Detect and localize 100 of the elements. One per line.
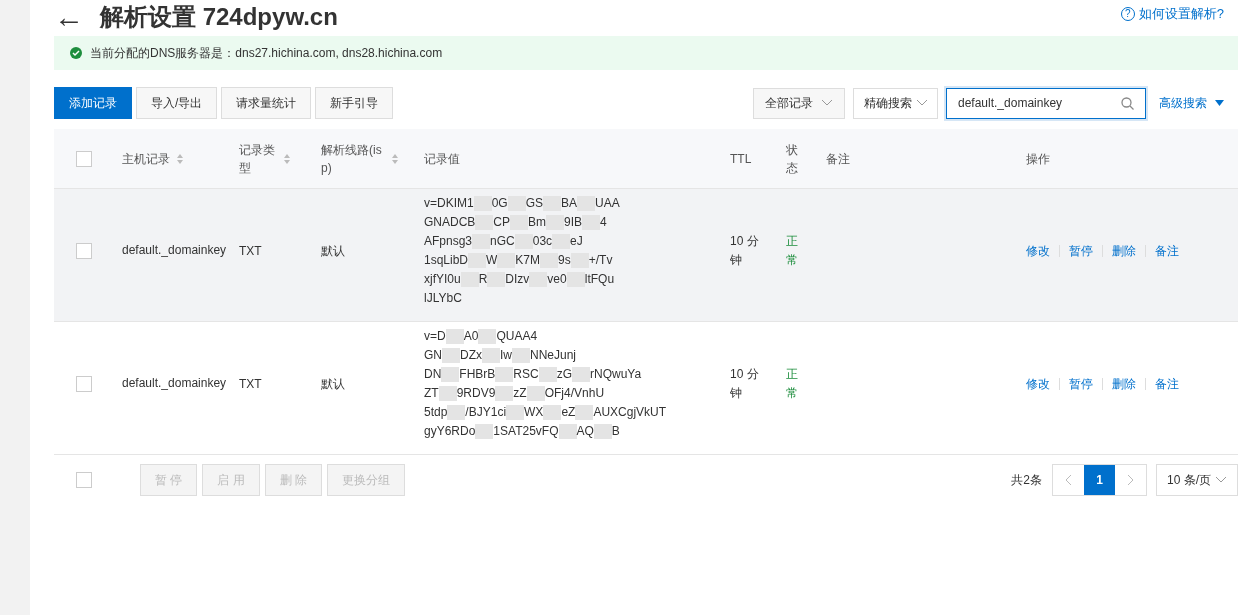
value-fragment: 0G	[491, 194, 508, 212]
action-link[interactable]: 修改	[1026, 241, 1050, 260]
value-fragment: K7M	[515, 251, 541, 269]
value-fragment: CP	[493, 213, 510, 231]
value-fragment: 5tdp	[424, 403, 448, 421]
search-field[interactable]: default._domainkey	[946, 87, 1146, 119]
check-circle-icon	[70, 47, 82, 59]
value-fragment: zZ	[513, 384, 527, 402]
chevron-right-icon	[1127, 474, 1134, 486]
value-fragment: v=D	[424, 327, 446, 345]
value-fragment: 9RDV9	[456, 384, 496, 402]
value-fragment: GN	[424, 346, 442, 364]
action-link[interactable]: 删除	[1112, 241, 1136, 260]
help-link[interactable]: 如何设置解析?	[1138, 4, 1224, 24]
toolbar-button[interactable]: 添加记录	[54, 87, 132, 119]
value-fragment: OFj4/VnhU	[544, 384, 605, 402]
checkbox[interactable]	[76, 375, 92, 392]
redaction-block	[478, 328, 497, 344]
value-fragment: eZ	[561, 403, 576, 421]
value-fragment: 03c	[532, 232, 553, 250]
notice-text: 当前分配的DNS服务器是：dns27.hichina.com, dns28.hichina.com	[90, 45, 443, 62]
redaction-block	[526, 385, 545, 401]
checkbox[interactable]	[76, 242, 92, 259]
action-link[interactable]: 修改	[1026, 374, 1050, 393]
action-link[interactable]: 暂停	[1069, 374, 1093, 393]
value-fragment: ZT	[424, 384, 439, 402]
checkbox[interactable]	[76, 150, 92, 167]
value-fragment: Bm	[528, 213, 546, 231]
value-fragment: QUAA4	[496, 327, 538, 345]
column-header: 解析线路(isp)	[321, 141, 383, 177]
toolbar-button[interactable]: 请求量统计	[221, 87, 312, 119]
value-fragment: BA	[561, 194, 578, 212]
redaction-block	[506, 404, 525, 420]
action-link[interactable]: 备注	[1155, 241, 1179, 260]
value-fragment: nGC	[490, 232, 515, 250]
table-cell-text: default._domainkey	[122, 242, 228, 259]
total-count: 共2条	[1011, 472, 1042, 489]
toolbar-button[interactable]: 导入/导出	[136, 87, 218, 119]
toolbar-button[interactable]: 新手引导	[315, 87, 394, 119]
column-header: 备注	[826, 150, 850, 168]
redaction-block	[438, 385, 457, 401]
column-header: 操作	[1026, 150, 1050, 168]
action-link[interactable]: 删除	[1112, 374, 1136, 393]
value-fragment: eJ	[570, 232, 583, 250]
value-fragment: R	[478, 270, 488, 288]
value-fragment: zG	[556, 365, 573, 383]
match-dropdown[interactable]: 精确搜索	[853, 87, 938, 119]
column-header: 主机记录	[122, 150, 170, 168]
status-text: 正常	[786, 365, 799, 402]
page-size-dropdown[interactable]: 10 条/页	[1156, 464, 1238, 496]
redaction-block	[482, 347, 500, 363]
table-cell-text: TXT	[239, 242, 263, 260]
redaction-block	[543, 404, 562, 420]
column-header: 记录值	[424, 150, 460, 168]
redaction-block	[495, 385, 514, 401]
value-fragment: FHBrB	[459, 365, 496, 383]
value-fragment: DZx	[460, 346, 482, 364]
page-button[interactable]: 1	[1084, 465, 1115, 495]
filter-dropdown[interactable]: 全部记录	[753, 87, 845, 119]
value-fragment: 4	[600, 213, 607, 231]
column-header: 记录类型	[239, 141, 276, 177]
value-fragment: /BJY1ci	[465, 403, 507, 421]
value-fragment: W	[486, 251, 498, 269]
value-fragment: B	[611, 422, 620, 440]
table-cell-text: 默认	[321, 375, 346, 393]
chevron-down-icon	[1215, 476, 1227, 484]
page-title: 解析设置 724dpyw.cn	[100, 5, 338, 29]
value-fragment: 9IB	[564, 213, 583, 231]
redaction-block	[538, 366, 557, 382]
table-cell-text: 10 分钟	[730, 232, 760, 269]
action-link[interactable]: 备注	[1155, 374, 1179, 393]
redaction-block	[475, 423, 494, 439]
value-fragment: 9s	[558, 251, 571, 269]
caret-icon	[1215, 100, 1224, 106]
value-fragment: 1SAT25vFQ	[493, 422, 559, 440]
value-fragment: lJLYbC	[424, 289, 462, 307]
back-arrow-icon[interactable]: ←	[54, 2, 84, 32]
table-cell-text: 10 分钟	[730, 365, 760, 402]
advanced-search-link[interactable]: 高级搜索	[1159, 94, 1224, 112]
value-fragment: AQ	[576, 422, 594, 440]
redaction-block	[495, 366, 514, 382]
value-fragment: AUXCgjVkUT	[593, 403, 667, 421]
value-fragment: DN	[424, 365, 442, 383]
checkbox[interactable]	[76, 472, 92, 488]
sort-icon	[391, 152, 399, 165]
column-header: 状态	[786, 141, 799, 177]
search-icon	[1121, 96, 1134, 110]
redaction-block	[442, 347, 460, 363]
value-fragment: GNADCB	[424, 213, 476, 231]
value-fragment: xjfYI0u	[424, 270, 461, 288]
value-fragment: ve0	[547, 270, 567, 288]
redaction-block	[445, 328, 464, 344]
value-fragment: WX	[524, 403, 544, 421]
chevron-left-icon	[1065, 474, 1072, 486]
value-fragment: rNQwuYa	[590, 365, 642, 383]
value-fragment: 1sqLibD	[424, 251, 469, 269]
action-link[interactable]: 暂停	[1069, 241, 1093, 260]
table-cell-text: default._domainkey	[122, 375, 228, 392]
redaction-block	[575, 404, 594, 420]
column-header: TTL	[730, 150, 752, 168]
